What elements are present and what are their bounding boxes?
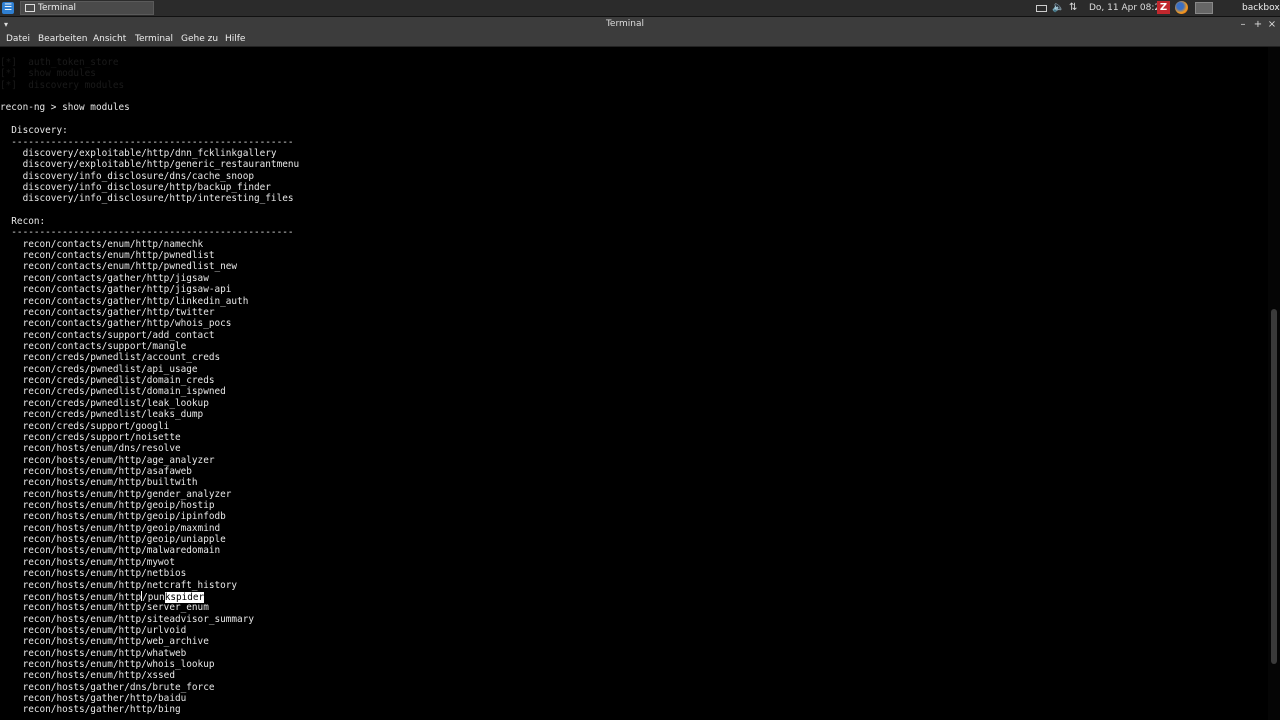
module-text: /pun <box>142 591 165 603</box>
window-title: Terminal <box>605 19 645 29</box>
module-line: recon/hosts/gather/dns/brute_force <box>0 681 215 693</box>
module-line: recon/creds/pwnedlist/leak_lookup <box>0 397 209 409</box>
mail-icon[interactable] <box>1036 0 1048 16</box>
section-header: Discovery: <box>0 125 68 137</box>
menu-bearbeiten[interactable]: Bearbeiten <box>38 32 87 46</box>
module-line: recon/creds/pwnedlist/account_creds <box>0 352 221 364</box>
terminal-scrollbar[interactable] <box>1268 47 1280 720</box>
module-line: recon/contacts/gather/http/linkedin_auth <box>0 295 249 307</box>
module-line: recon/hosts/enum/http/geoip/uniapple <box>0 534 226 546</box>
module-line: recon/hosts/enum/http/builtwith <box>0 477 198 489</box>
module-line: recon/hosts/enum/http/server_enum <box>0 602 209 614</box>
module-line: recon/contacts/gather/http/jigsaw-api <box>0 284 232 296</box>
app-menu-icon[interactable]: ☰ <box>2 2 14 14</box>
hostname[interactable]: backbox <box>1242 0 1280 16</box>
module-line: recon/hosts/enum/http/whois_lookup <box>0 659 215 671</box>
taskbar-item-label: Terminal <box>38 3 77 13</box>
terminal-icon <box>25 4 35 12</box>
module-line: recon/hosts/enum/http/geoip/ipinfodb <box>0 511 226 523</box>
module-line: recon/hosts/enum/http/asafaweb <box>0 465 192 477</box>
maximize-icon[interactable]: + <box>1252 17 1264 32</box>
module-line: recon/hosts/enum/http/netbios <box>0 568 187 580</box>
taskbar-item-terminal[interactable]: Terminal <box>20 1 154 15</box>
section-rule: ----------------------------------------… <box>0 227 294 239</box>
terminal-history-line: [*] auth_token_store <box>0 57 119 68</box>
selected-text[interactable]: kspider <box>164 591 205 603</box>
clock[interactable]: Do, 11 Apr 08:24 <box>1089 0 1166 16</box>
module-line: recon/creds/pwnedlist/leaks_dump <box>0 409 204 421</box>
module-line: recon/creds/support/noisette <box>0 431 181 443</box>
module-line: recon/hosts/enum/http/xssed <box>0 670 175 682</box>
firefox-icon[interactable] <box>1175 1 1188 14</box>
module-line: recon/hosts/enum/http/age_analyzer <box>0 454 215 466</box>
module-line: recon/contacts/gather/http/jigsaw <box>0 272 209 284</box>
module-line: recon/hosts/enum/http/urlvoid <box>0 624 187 636</box>
module-line: recon/hosts/enum/http/siteadvisor_summar… <box>0 613 254 625</box>
module-line: discovery/info_disclosure/http/interesti… <box>0 193 294 205</box>
menu-gehe-zu[interactable]: Gehe zu <box>181 32 218 46</box>
module-line: recon/contacts/support/mangle <box>0 340 187 352</box>
module-line: recon/hosts/enum/http/geoip/hostip <box>0 500 215 512</box>
module-line: recon/hosts/enum/http/mywot <box>0 556 175 568</box>
terminal-lines: [*] auth_token_store [*] show modules [*] … <box>0 57 299 716</box>
terminal-output[interactable]: [*] auth_token_store [*] show modules [*] … <box>0 47 1268 720</box>
module-line: recon/hosts/enum/http/geoip/maxmind <box>0 522 221 534</box>
module-line: discovery/exploitable/http/dnn_fcklinkga… <box>0 147 277 159</box>
menu-terminal[interactable]: Terminal <box>135 32 173 46</box>
module-line: recon/hosts/enum/http/punkspider <box>0 590 299 603</box>
command-prompt: recon-ng > show modules <box>0 102 130 114</box>
filezilla-icon[interactable]: Z <box>1157 1 1170 14</box>
module-line: discovery/info_disclosure/dns/cache_snoo… <box>0 170 254 182</box>
network-icon[interactable]: ⇅ <box>1069 0 1077 16</box>
menubar: Datei Bearbeiten Ansicht Terminal Gehe z… <box>0 32 1280 47</box>
workspace-icon[interactable] <box>1195 2 1213 14</box>
module-line: recon/hosts/enum/http/whatweb <box>0 647 187 659</box>
module-line: recon/hosts/enum/http/gender_analyzer <box>0 488 232 500</box>
module-line: recon/contacts/gather/http/whois_pocs <box>0 318 232 330</box>
terminal-history-line: [*] discovery modules <box>0 79 125 91</box>
menu-hilfe[interactable]: Hilfe <box>225 32 245 46</box>
module-line: recon/hosts/gather/http/bing <box>0 704 181 716</box>
module-line: recon/hosts/enum/http/netcraft_history <box>0 579 238 591</box>
module-line: recon/hosts/enum/http/web_archive <box>0 636 209 648</box>
window-titlebar[interactable]: ▾ Terminal – + × <box>0 17 1280 32</box>
module-line: recon/contacts/enum/http/namechk <box>0 238 204 250</box>
module-line: recon/contacts/support/add_contact <box>0 329 215 341</box>
module-line: recon/creds/pwnedlist/domain_ispwned <box>0 386 226 398</box>
module-line: recon/contacts/enum/http/pwnedlist_new <box>0 261 238 273</box>
menu-ansicht[interactable]: Ansicht <box>93 32 126 46</box>
section-rule: ----------------------------------------… <box>0 136 294 148</box>
volume-icon[interactable]: 🔈 <box>1052 0 1064 16</box>
top-panel: ☰ Terminal 🔈 ⇅ Do, 11 Apr 08:24 Z backbo… <box>0 0 1280 17</box>
module-line: recon/hosts/gather/http/baidu <box>0 693 187 705</box>
section-header: Recon: <box>0 216 46 228</box>
terminal-history-line: [*] show modules <box>0 68 96 80</box>
scrollbar-thumb[interactable] <box>1271 309 1277 664</box>
module-text: recon/hosts/enum/http <box>0 591 142 603</box>
module-line: recon/creds/support/googli <box>0 420 170 432</box>
module-line: recon/contacts/enum/http/pwnedlist <box>0 250 215 262</box>
module-line: recon/creds/pwnedlist/domain_creds <box>0 375 215 387</box>
module-line: recon/contacts/gather/http/twitter <box>0 306 215 318</box>
module-line: discovery/info_disclosure/http/backup_fi… <box>0 181 271 193</box>
menu-datei[interactable]: Datei <box>6 32 30 46</box>
module-line: recon/hosts/enum/http/malwaredomain <box>0 545 221 557</box>
close-icon[interactable]: × <box>1266 17 1278 32</box>
minimize-icon[interactable]: – <box>1237 17 1249 32</box>
module-line: recon/creds/pwnedlist/api_usage <box>0 363 198 375</box>
module-line: discovery/exploitable/http/generic_resta… <box>0 159 300 171</box>
module-line: recon/hosts/enum/dns/resolve <box>0 443 181 455</box>
